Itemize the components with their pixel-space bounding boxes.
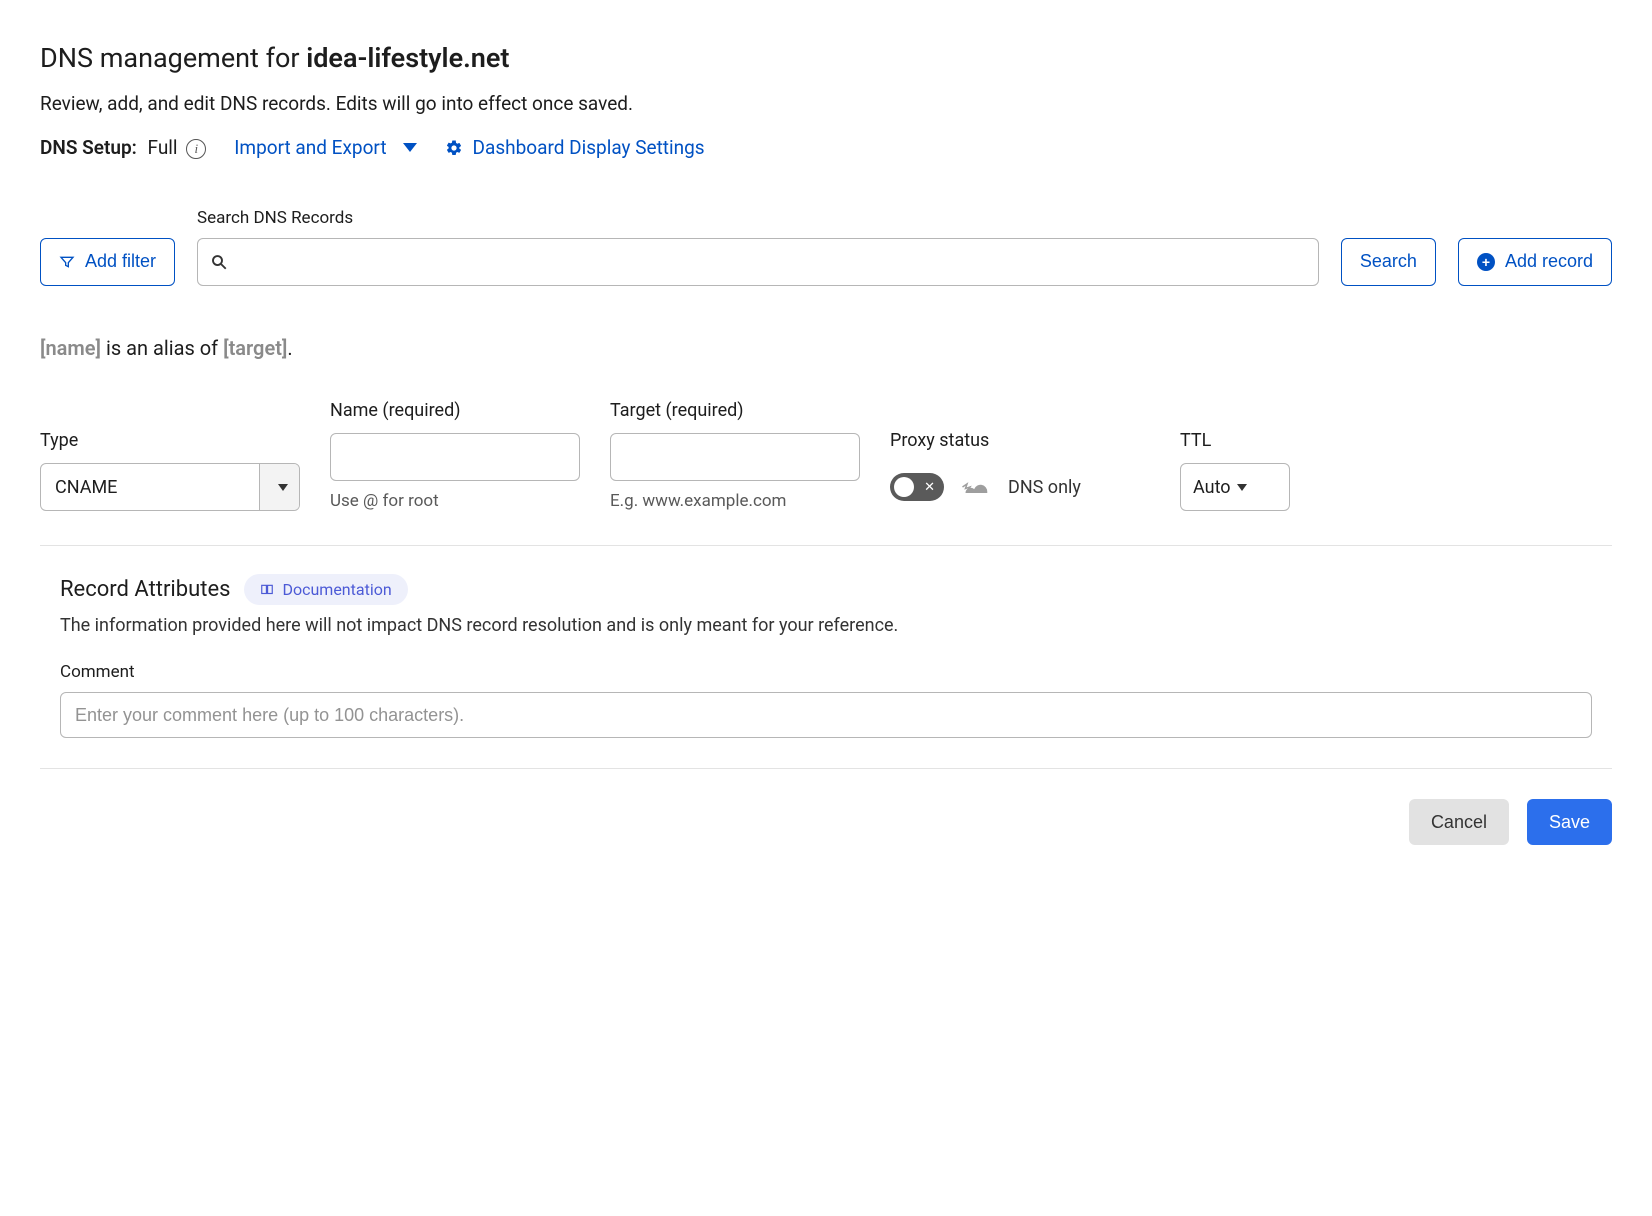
filter-icon [59,254,75,270]
search-input-wrap[interactable] [197,238,1319,286]
dns-setup-label: DNS Setup: [40,136,137,159]
chevron-down-icon [1237,484,1247,491]
search-icon [210,253,228,271]
ttl-select-value: Auto [1193,477,1231,498]
add-filter-label: Add filter [85,251,156,272]
page-subhead: Review, add, and edit DNS records. Edits… [40,90,660,118]
search-input[interactable] [238,239,1306,285]
type-select[interactable]: CNAME [40,463,300,511]
comment-label: Comment [60,662,1592,682]
target-hint: E.g. www.example.com [610,491,860,511]
alias-name-placeholder: [name] [40,336,101,360]
ttl-select[interactable]: Auto [1180,463,1290,511]
documentation-label: Documentation [282,580,391,599]
name-input[interactable] [330,433,580,481]
ttl-label: TTL [1180,398,1290,453]
type-select-caret [259,464,299,510]
proxy-status-label: Proxy status [890,398,1150,453]
x-icon: ✕ [924,481,935,494]
import-export-label: Import and Export [234,136,386,159]
display-settings-label: Dashboard Display Settings [473,136,705,159]
save-button[interactable]: Save [1527,799,1612,845]
gear-icon [445,139,463,157]
book-icon [260,583,274,597]
add-record-label: Add record [1505,251,1593,272]
page-title: DNS management for idea-lifestyle.net [40,40,660,76]
search-field-label: Search DNS Records [197,208,1319,228]
proxy-status-text: DNS only [1008,477,1081,498]
record-form-row: Type CNAME Name (required) Use @ for roo… [40,398,1612,546]
name-hint: Use @ for root [330,491,580,511]
type-select-value: CNAME [41,464,259,510]
record-attributes-desc: The information provided here will not i… [60,615,1592,636]
display-settings-button[interactable]: Dashboard Display Settings [445,136,705,159]
target-label: Target (required) [610,398,860,423]
plus-circle-icon: + [1477,253,1495,271]
import-export-menu[interactable]: Import and Export [234,136,416,159]
type-label: Type [40,398,300,453]
alias-description: [name] is an alias of [target]. [40,336,1612,360]
cancel-button[interactable]: Cancel [1409,799,1509,845]
chevron-down-icon [278,484,288,491]
record-attributes-title: Record Attributes [60,577,230,602]
toggle-knob [894,477,914,497]
setup-row: DNS Setup: Full i Import and Export Dash… [40,136,1612,160]
proxy-toggle[interactable]: ✕ [890,473,944,501]
info-icon[interactable]: i [186,139,206,159]
name-label: Name (required) [330,398,580,423]
add-filter-button[interactable]: Add filter [40,238,175,286]
page-title-prefix: DNS management for [40,42,306,74]
save-label: Save [1549,812,1590,833]
cancel-label: Cancel [1431,812,1487,833]
search-button[interactable]: Search [1341,238,1436,286]
cloud-icon [958,475,994,499]
page-title-domain: idea-lifestyle.net [306,42,509,74]
alias-target-placeholder: [target] [223,336,287,360]
search-button-label: Search [1360,251,1417,272]
target-input[interactable] [610,433,860,481]
add-record-button[interactable]: + Add record [1458,238,1612,286]
chevron-down-icon [403,143,417,152]
documentation-link[interactable]: Documentation [244,574,407,605]
comment-input[interactable] [60,692,1592,738]
dns-setup-value: Full [148,136,178,159]
